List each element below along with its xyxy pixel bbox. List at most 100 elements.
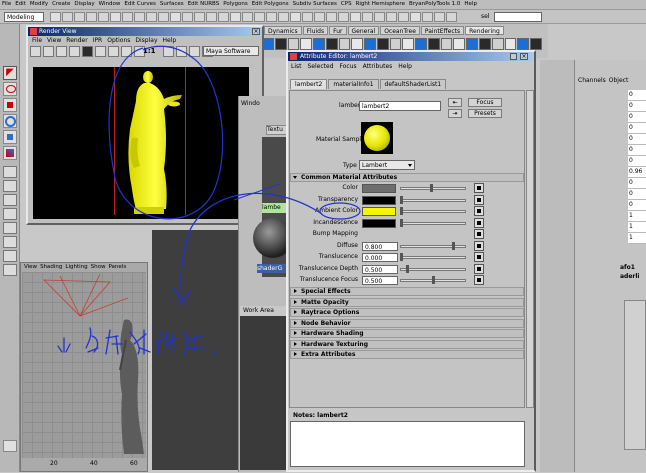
attribute-editor-close-icon[interactable]: × <box>520 53 528 60</box>
attribute-slider[interactable] <box>400 256 466 259</box>
main-menu-item[interactable]: Create <box>52 1 70 9</box>
layout-button-icon[interactable] <box>3 264 17 276</box>
attribute-editor-scrollbar[interactable] <box>526 90 534 408</box>
main-menu-item[interactable]: Edit Curves <box>124 1 156 9</box>
attribute-section-header[interactable]: Extra Attributes <box>290 350 524 359</box>
shelf-icon[interactable] <box>351 38 364 50</box>
status-line-icon[interactable] <box>314 12 325 22</box>
status-line-icon[interactable] <box>410 12 421 22</box>
shelf-icon[interactable] <box>287 38 300 50</box>
scale-tool-icon[interactable] <box>3 130 17 144</box>
status-line-icon[interactable] <box>218 12 229 22</box>
color-swatch[interactable] <box>362 195 396 205</box>
presets-button[interactable]: Presets <box>468 109 502 118</box>
render-view-close-icon[interactable]: × <box>252 28 260 35</box>
status-line-icon[interactable] <box>230 12 241 22</box>
status-line-icon[interactable] <box>446 12 457 22</box>
attribute-value-field[interactable]: 0.800 <box>362 241 398 251</box>
render-toolbar-icon[interactable] <box>82 45 93 57</box>
status-line-icon[interactable] <box>398 12 409 22</box>
main-menu-item[interactable]: Edit Polygons <box>252 1 289 9</box>
attribute-editor-menu-item[interactable]: Help <box>398 63 412 70</box>
select-tool-icon[interactable]: ◤ <box>3 66 17 80</box>
status-line-icon[interactable] <box>86 12 97 22</box>
shelf-icon[interactable] <box>517 38 530 50</box>
attribute-value-field[interactable]: 0.500 <box>362 264 398 274</box>
color-swatch[interactable] <box>362 218 396 228</box>
render-view-menu-item[interactable]: View <box>47 37 61 44</box>
attribute-editor-minimize-icon[interactable] <box>510 53 517 60</box>
status-line-icon[interactable] <box>170 12 181 22</box>
status-line-icon[interactable] <box>338 12 349 22</box>
bottom-toolbox-icon[interactable] <box>3 440 17 452</box>
main-menu-item[interactable]: Help <box>464 1 477 9</box>
channel-value[interactable]: 0 <box>628 123 646 134</box>
shelf-tab[interactable]: Rendering <box>465 26 504 35</box>
color-swatch[interactable] <box>362 184 396 193</box>
shelf-icon[interactable] <box>530 38 542 50</box>
map-button-icon[interactable] <box>474 206 484 216</box>
attribute-editor-menu-item[interactable]: Focus <box>340 63 357 70</box>
status-line-icon[interactable] <box>326 12 337 22</box>
node-output-arrow-button[interactable]: ⇥ <box>448 109 462 118</box>
layout-button-icon[interactable] <box>3 222 17 234</box>
shelf-tab[interactable]: Fluids <box>302 26 329 35</box>
shelf-icon[interactable] <box>479 38 491 50</box>
attribute-value-field[interactable]: 0.500 <box>362 276 398 285</box>
shelf-icon[interactable] <box>376 38 389 50</box>
shelf-tab[interactable]: OceanTree <box>380 26 420 35</box>
viewport-menu-item[interactable]: Panels <box>108 264 126 270</box>
main-menu-item[interactable]: Modify <box>30 1 48 9</box>
channel-value[interactable]: 0 <box>628 134 646 145</box>
attribute-editor-tab[interactable]: lambert2 <box>290 79 328 89</box>
shelf-icon[interactable] <box>313 38 325 50</box>
status-line-icon[interactable] <box>350 12 361 22</box>
rotate-tool-icon[interactable] <box>3 114 17 128</box>
layout-button-icon[interactable] <box>3 194 17 206</box>
main-menu-item[interactable]: Edit NURBS <box>188 1 220 9</box>
status-line-icon[interactable] <box>110 12 121 22</box>
main-menu-item[interactable]: Polygons <box>223 1 247 9</box>
main-menu-item[interactable]: File <box>2 1 11 9</box>
status-line-icon[interactable] <box>266 12 277 22</box>
status-line-icon[interactable] <box>194 12 205 22</box>
status-line-icon[interactable] <box>122 12 133 22</box>
channel-value[interactable]: 0.96 <box>628 167 646 178</box>
status-line-icon[interactable] <box>62 12 73 22</box>
attribute-slider[interactable] <box>400 210 466 213</box>
main-menu-item[interactable]: Edit <box>15 1 26 9</box>
attribute-slider[interactable] <box>400 267 466 271</box>
shelf-icon[interactable] <box>389 38 402 50</box>
channel-value[interactable]: 0 <box>628 112 646 123</box>
status-line-icon[interactable] <box>422 12 433 22</box>
viewport-menu-item[interactable]: View <box>24 264 37 270</box>
main-menu-item[interactable]: Subdiv Surfaces <box>293 1 337 9</box>
attribute-editor-menu-item[interactable]: List <box>291 63 302 70</box>
layout-button-icon[interactable] <box>3 236 17 248</box>
status-line-icon[interactable] <box>278 12 289 22</box>
channel-box-scrollbar[interactable] <box>624 300 646 450</box>
shelf-tab[interactable]: PaintEffects <box>420 26 465 35</box>
work-area[interactable] <box>240 316 288 470</box>
map-button-icon[interactable] <box>474 240 484 251</box>
status-line-icon[interactable] <box>74 12 85 22</box>
render-toolbar-icon[interactable] <box>56 45 67 57</box>
layout-button-icon[interactable] <box>3 250 17 262</box>
status-line-icon[interactable] <box>242 12 253 22</box>
status-line-icon[interactable] <box>158 12 169 22</box>
status-line-icon[interactable] <box>290 12 301 22</box>
main-menu-item[interactable]: Right Hemisphere <box>356 1 405 9</box>
map-button-icon[interactable] <box>474 229 484 239</box>
channel-value[interactable]: 0 <box>628 145 646 156</box>
channel-box-tab[interactable]: Channels <box>578 77 606 84</box>
node-name-field[interactable]: lambert2 <box>359 101 441 111</box>
status-line-icon[interactable] <box>98 12 109 22</box>
node-input-arrow-button[interactable]: ⇤ <box>448 98 462 107</box>
attribute-editor-tab[interactable]: defaultShaderList1 <box>379 79 447 89</box>
render-toolbar-icon[interactable] <box>30 45 41 57</box>
render-toolbar-icon[interactable] <box>43 45 54 57</box>
channel-box-tab[interactable]: Object <box>609 77 629 84</box>
notes-textarea[interactable] <box>290 421 525 467</box>
render-toolbar-icon[interactable] <box>69 45 80 57</box>
shelf-icon[interactable] <box>274 38 287 50</box>
